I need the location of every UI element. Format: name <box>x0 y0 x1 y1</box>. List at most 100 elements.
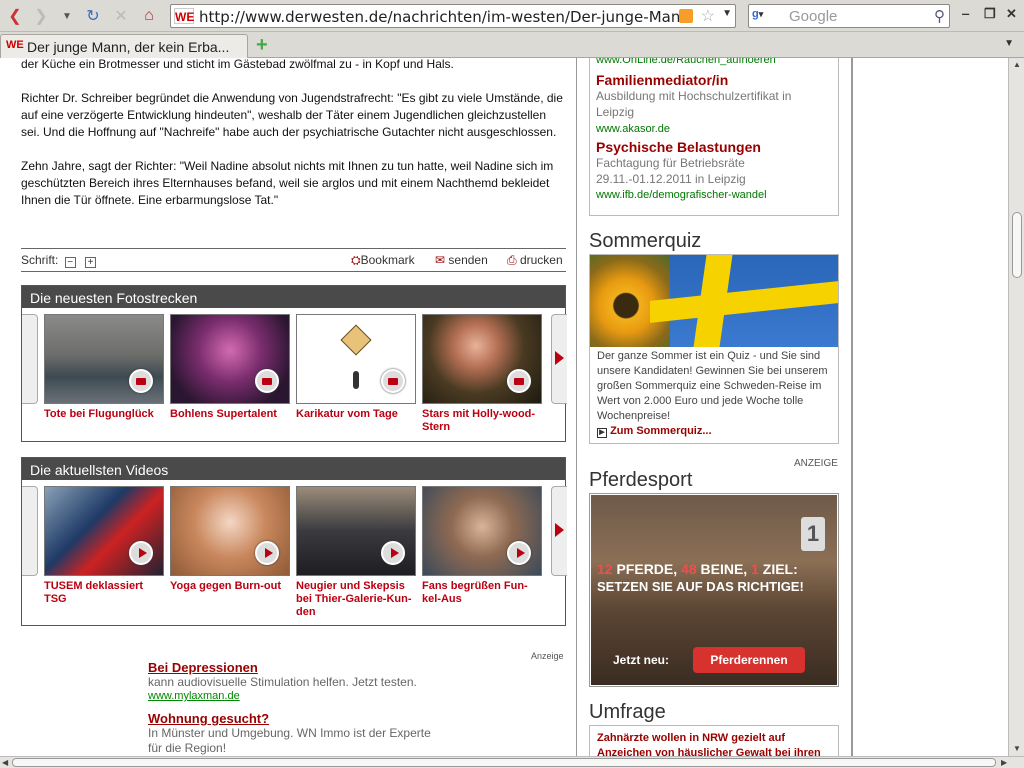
bookmark-label[interactable]: Bookmark <box>361 253 415 267</box>
font-increase-button[interactable]: + <box>85 257 97 268</box>
camera-icon[interactable] <box>381 369 405 393</box>
video-thumbnail[interactable] <box>170 486 290 576</box>
carousel-prev-button[interactable] <box>22 314 38 404</box>
vertical-scroll-thumb[interactable] <box>1012 212 1022 278</box>
ad-url[interactable]: www.ifb.de/demografischer-wandel <box>596 189 832 201</box>
video-caption[interactable]: Neugier und Skepsis bei Thier-Galerie-Ku… <box>296 580 416 619</box>
gallery-item[interactable]: Karikatur vom Tage <box>296 314 416 421</box>
pferderennen-button[interactable]: Pferderennen <box>693 647 805 673</box>
page-content: der Küche ein Brotmesser und sticht im G… <box>0 58 1008 756</box>
carousel-prev-button[interactable] <box>22 486 38 576</box>
url-text[interactable]: http://www.derwesten.de/nachrichten/im-w… <box>199 8 679 26</box>
send-link[interactable]: ✉ senden <box>435 253 488 267</box>
gallery-item[interactable]: Stars mit Holly-wood-Stern <box>422 314 542 434</box>
navigation-toolbar: ❮ ❯ ▼ ↻ ✕ ⌂ WE http://www.derwesten.de/n… <box>0 0 1024 32</box>
banner-headline: 12 PFERDE, 48 BEINE, 1 ZIEL: <box>597 561 798 577</box>
umfrage-question[interactable]: Zahnärzte wollen in NRW gezielt auf Anze… <box>597 731 831 756</box>
video-caption[interactable]: Fans begrüßen Fun-kel-Aus <box>422 580 542 606</box>
bookmark-link[interactable]: ⛭Bookmark <box>351 253 415 268</box>
bookmark-star-icon[interactable]: ☆ <box>701 6 715 26</box>
video-item[interactable]: Fans begrüßen Fun-kel-Aus <box>422 486 542 606</box>
restore-icon[interactable]: ❐ <box>984 6 996 22</box>
url-bar[interactable]: WE http://www.derwesten.de/nachrichten/i… <box>170 4 736 28</box>
carousel-next-button[interactable] <box>551 314 567 404</box>
gallery-item[interactable]: Bohlens Supertalent <box>170 314 290 421</box>
play-icon[interactable] <box>129 541 153 565</box>
font-decrease-button[interactable]: − <box>64 257 76 268</box>
minimize-icon[interactable]: ‒ <box>962 6 969 21</box>
play-icon[interactable] <box>255 541 279 565</box>
pferdesport-heading: Pferdesport <box>589 469 693 491</box>
gallery-thumbnail[interactable] <box>170 314 290 404</box>
scroll-right-icon[interactable]: ▶ <box>1001 758 1007 767</box>
gallery-thumbnail[interactable] <box>422 314 542 404</box>
gallery-caption[interactable]: Karikatur vom Tage <box>296 408 416 421</box>
ad-title[interactable]: Wohnung gesucht? <box>148 711 448 726</box>
new-tab-icon[interactable]: + <box>256 35 268 55</box>
pferdesport-image[interactable]: 1 12 PFERDE, 48 BEINE, 1 ZIEL: SETZEN SI… <box>591 495 837 685</box>
camera-icon[interactable] <box>507 369 531 393</box>
ad-url[interactable]: www.akasor.de <box>596 123 832 135</box>
gallery-thumbnail[interactable] <box>44 314 164 404</box>
video-item[interactable]: Neugier und Skepsis bei Thier-Galerie-Ku… <box>296 486 416 619</box>
play-icon[interactable] <box>507 541 531 565</box>
url-dropdown-icon[interactable]: ▼ <box>722 8 732 19</box>
rss-feed-icon[interactable] <box>679 9 693 23</box>
video-caption[interactable]: Yoga gegen Burn-out <box>170 580 290 593</box>
pferdesport-banner[interactable]: 1 12 PFERDE, 48 BEINE, 1 ZIEL: SETZEN SI… <box>589 493 839 687</box>
print-link[interactable]: ⎙ drucken <box>507 253 563 268</box>
text-ad[interactable]: Bei Depressionen kann audiovisuelle Stim… <box>148 660 448 702</box>
search-input[interactable]: Google <box>789 8 837 25</box>
ad-description: In Münster und Umgebung. WN Immo ist der… <box>148 726 431 755</box>
tab-active[interactable]: WE Der junge Mann, der kein Erba... <box>0 34 248 58</box>
gallery-thumbnail[interactable] <box>296 314 416 404</box>
tab-favicon-icon: WE <box>6 39 24 51</box>
history-dropdown-icon[interactable]: ▼ <box>56 5 78 27</box>
scroll-up-icon[interactable]: ▲ <box>1013 60 1021 69</box>
carousel-next-button[interactable] <box>551 486 567 576</box>
sommerquiz-image[interactable] <box>590 255 838 347</box>
tab-title[interactable]: Der junge Mann, der kein Erba... <box>27 39 245 55</box>
close-icon[interactable]: ✕ <box>1006 6 1017 22</box>
sommerquiz-link-label[interactable]: Zum Sommerquiz... <box>610 425 711 437</box>
reload-icon[interactable]: ↻ <box>82 5 104 27</box>
vertical-scrollbar[interactable]: ▲ ▼ <box>1008 58 1024 756</box>
text-ad[interactable]: Wohnung gesucht? In Münster und Umgebung… <box>148 711 448 756</box>
send-label[interactable]: senden <box>448 253 487 267</box>
horizontal-scroll-thumb[interactable] <box>12 758 996 767</box>
scroll-left-icon[interactable]: ◀ <box>2 758 8 767</box>
gallery-caption[interactable]: Tote bei Flugunglück <box>44 408 164 421</box>
search-icon[interactable]: ⚲ <box>934 7 945 25</box>
ad-title[interactable]: Psychische Belastungen <box>596 139 832 155</box>
video-thumbnail[interactable] <box>296 486 416 576</box>
play-icon[interactable] <box>381 541 405 565</box>
banner-number: 12 <box>597 561 613 577</box>
video-item[interactable]: Yoga gegen Burn-out <box>170 486 290 593</box>
sommerquiz-link[interactable]: ▶ Zum Sommerquiz... <box>597 425 712 438</box>
print-label[interactable]: drucken <box>520 253 563 267</box>
search-engine-icon[interactable]: g▾ <box>752 8 780 24</box>
video-thumbnail[interactable] <box>44 486 164 576</box>
ad-title[interactable]: Bei Depressionen <box>148 660 448 675</box>
video-caption[interactable]: TUSEM deklassiert TSG <box>44 580 164 606</box>
search-box[interactable]: g▾ Google ⚲ <box>748 4 950 28</box>
scroll-down-icon[interactable]: ▼ <box>1013 744 1021 753</box>
gallery-caption[interactable]: Bohlens Supertalent <box>170 408 290 421</box>
home-icon[interactable]: ⌂ <box>138 5 160 27</box>
text-ad[interactable]: Familienmediator/in Ausbildung mit Hochs… <box>596 72 832 135</box>
stop-icon[interactable]: ✕ <box>110 5 132 27</box>
ad-url[interactable]: www.OnLine.de/Rauchen_aufhoeren <box>596 58 832 68</box>
horizontal-scrollbar[interactable]: ◀ ▶ <box>0 756 1024 768</box>
gallery-item[interactable]: Tote bei Flugunglück <box>44 314 164 421</box>
camera-icon[interactable] <box>255 369 279 393</box>
tab-list-icon[interactable]: ▼ <box>1004 38 1014 49</box>
video-item[interactable]: TUSEM deklassiert TSG <box>44 486 164 606</box>
forward-icon[interactable]: ❯ <box>30 5 52 27</box>
text-ad[interactable]: Psychische Belastungen Fachtagung für Be… <box>596 139 832 201</box>
ad-url[interactable]: www.mylaxman.de <box>148 690 448 702</box>
gallery-caption[interactable]: Stars mit Holly-wood-Stern <box>422 408 542 434</box>
back-icon[interactable]: ❮ <box>4 5 26 27</box>
camera-icon[interactable] <box>129 369 153 393</box>
ad-title[interactable]: Familienmediator/in <box>596 72 832 88</box>
video-thumbnail[interactable] <box>422 486 542 576</box>
